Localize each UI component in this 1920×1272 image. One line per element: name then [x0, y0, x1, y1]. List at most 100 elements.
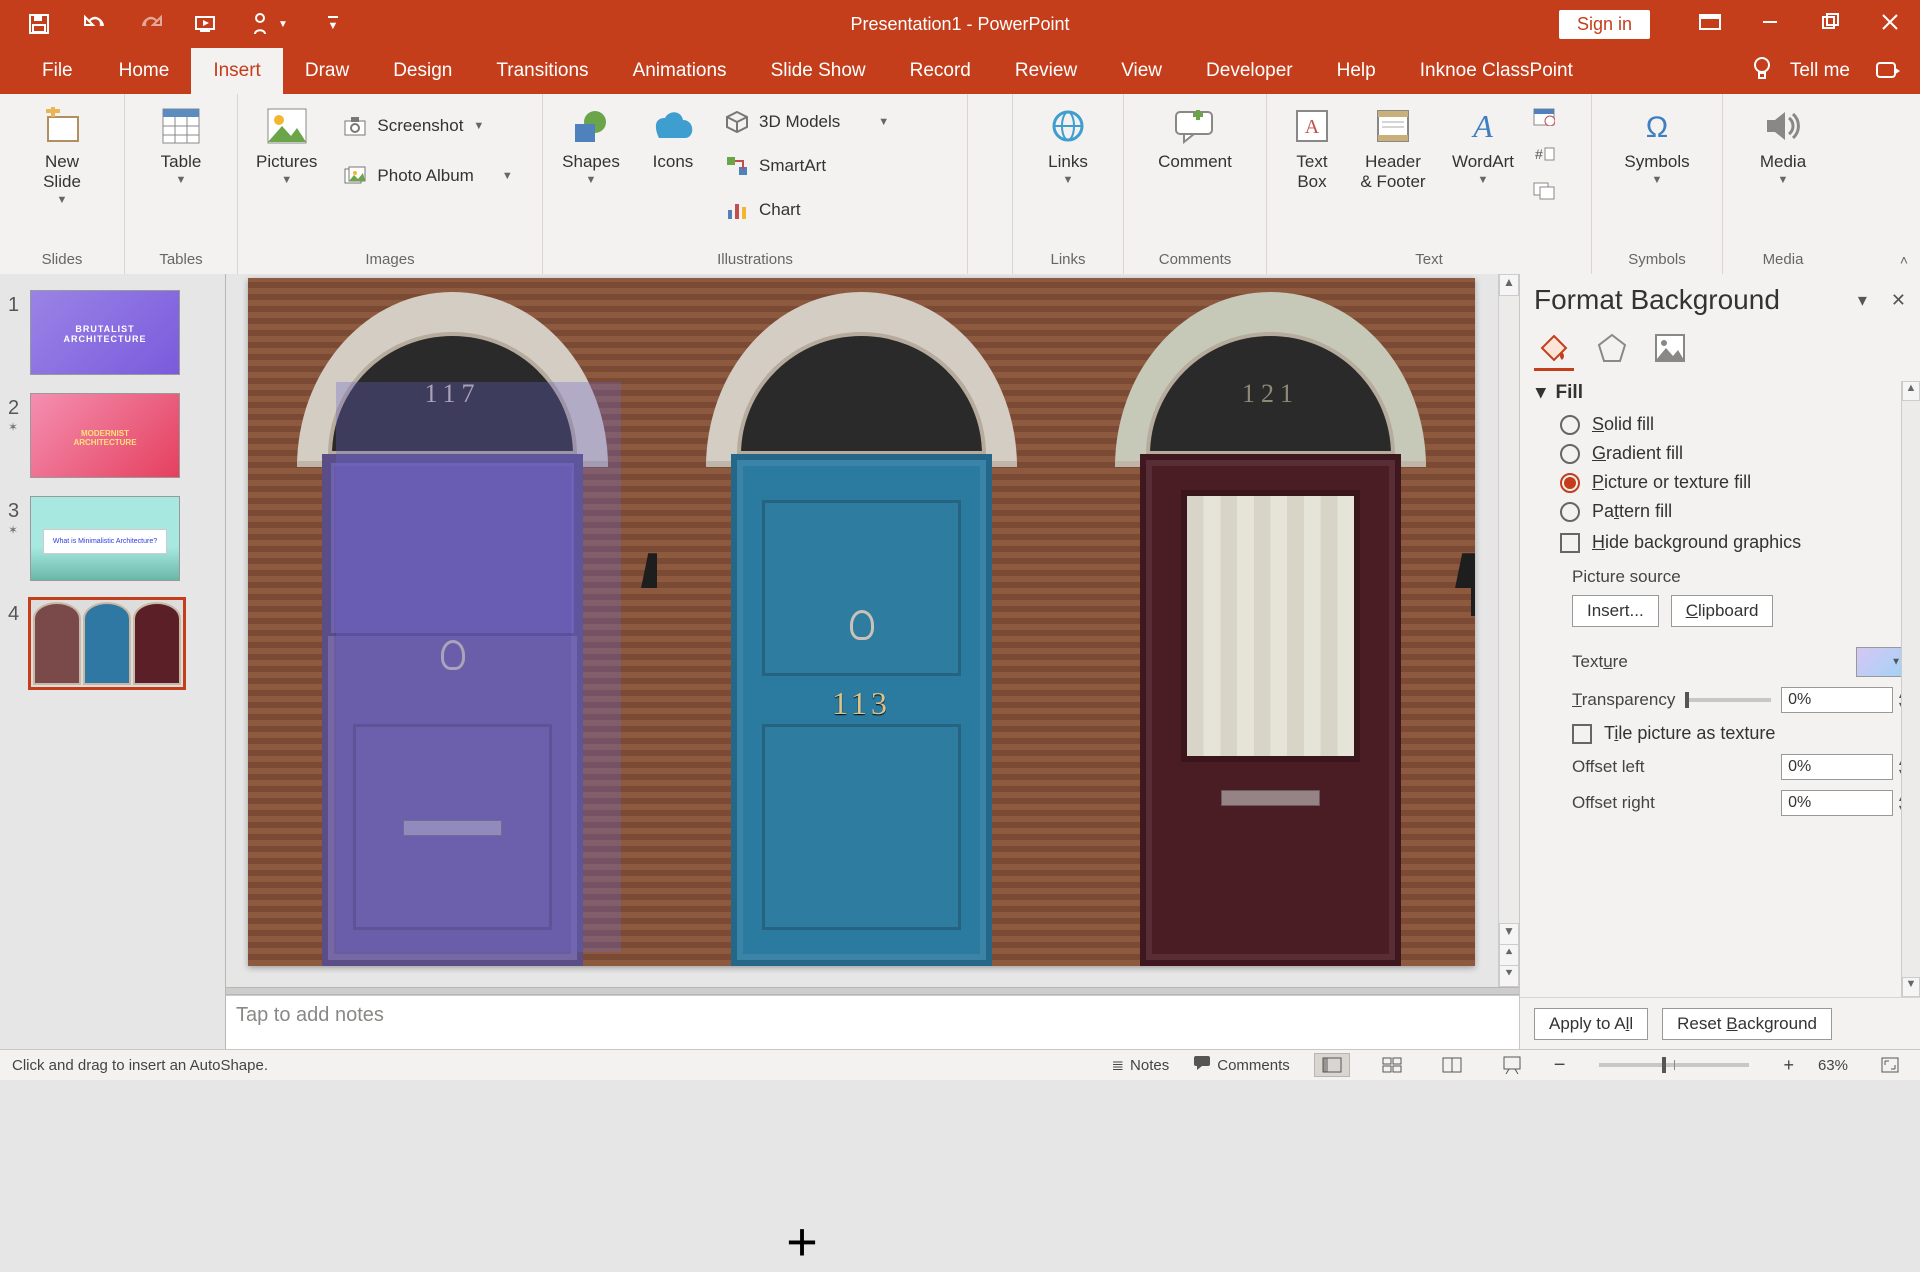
zoom-slider[interactable] — [1599, 1063, 1749, 1067]
apply-to-all-button[interactable]: Apply to All — [1534, 1008, 1648, 1040]
wordart-button[interactable]: A WordArt ▼ — [1441, 100, 1525, 205]
picture-fill-radio[interactable]: Picture or texture fill — [1560, 472, 1906, 493]
start-from-beginning-icon[interactable] — [194, 11, 220, 37]
thumb-4[interactable]: 4 — [0, 595, 225, 692]
symbols-button[interactable]: Ω Symbols ▼ — [1618, 100, 1695, 188]
shapes-button[interactable]: Shapes ▼ — [555, 100, 627, 226]
undo-icon[interactable] — [82, 11, 108, 37]
pane-scrollbar[interactable]: ▲ ▼ — [1901, 381, 1920, 997]
comment-button[interactable]: Comment — [1152, 100, 1238, 174]
table-button[interactable]: Table ▼ — [145, 100, 217, 188]
gradient-fill-radio[interactable]: Gradient fill — [1560, 443, 1906, 464]
screenshot-button[interactable]: Screenshot ▼ — [337, 110, 518, 142]
slide-number-icon[interactable]: # — [1533, 145, 1555, 168]
object-icon[interactable] — [1533, 182, 1555, 205]
tab-developer[interactable]: Developer — [1184, 48, 1315, 94]
date-time-icon[interactable] — [1533, 106, 1555, 131]
tab-help[interactable]: Help — [1315, 48, 1398, 94]
icons-button[interactable]: Icons — [637, 100, 709, 226]
ribbon-display-options-icon[interactable] — [1680, 14, 1740, 35]
smartart-button[interactable]: SmartArt — [719, 150, 895, 182]
slide-canvas[interactable]: 117 113 — [248, 278, 1475, 966]
fit-to-window-icon[interactable] — [1872, 1053, 1908, 1077]
scroll-down-icon[interactable]: ▼ — [1902, 977, 1920, 997]
close-button[interactable] — [1860, 13, 1920, 36]
photo-album-button[interactable]: Photo Album ▼ — [337, 160, 518, 192]
tab-slideshow[interactable]: Slide Show — [749, 48, 888, 94]
zoom-out-button[interactable]: − — [1554, 1054, 1566, 1077]
reset-background-button[interactable]: Reset Background — [1662, 1008, 1832, 1040]
tab-review[interactable]: Review — [993, 48, 1099, 94]
slide-thumbnail-panel[interactable]: 1 BRUTALIST ARCHITECTURE 2✶ MODERNIST AR… — [0, 274, 226, 1050]
scroll-up-icon[interactable]: ▲ — [1902, 381, 1920, 401]
hide-bg-graphics-checkbox[interactable]: Hide background graphics — [1560, 532, 1906, 553]
tile-picture-checkbox[interactable]: Tile picture as texture — [1572, 723, 1906, 744]
tab-record[interactable]: Record — [888, 48, 993, 94]
tab-insert[interactable]: Insert — [191, 48, 283, 94]
chevron-down-icon: ▼ — [281, 174, 292, 186]
media-button[interactable]: Media ▼ — [1747, 100, 1819, 188]
tab-draw[interactable]: Draw — [283, 48, 371, 94]
texture-picker[interactable] — [1856, 647, 1906, 677]
tell-me-search[interactable]: Tell me — [1752, 48, 1850, 94]
slide-sorter-view-icon[interactable] — [1374, 1053, 1410, 1077]
thumb-3[interactable]: 3✶ What is Minimalistic Architecture? — [0, 492, 225, 585]
notes-splitter[interactable] — [226, 987, 1519, 995]
scroll-up-icon[interactable]: ▲ — [1499, 274, 1519, 296]
maximize-button[interactable] — [1800, 13, 1860, 36]
new-slide-button[interactable]: New Slide ▼ — [26, 100, 98, 208]
slideshow-view-icon[interactable] — [1494, 1053, 1530, 1077]
scroll-down-icon[interactable]: ▼ — [1499, 923, 1519, 945]
transparency-input[interactable]: 0% — [1781, 687, 1893, 713]
links-button[interactable]: Links ▼ — [1032, 100, 1104, 188]
normal-view-icon[interactable] — [1314, 1053, 1350, 1077]
solid-fill-radio[interactable]: Solid fill — [1560, 414, 1906, 435]
qat-customize-icon[interactable]: ▼ — [320, 11, 346, 37]
zoom-in-button[interactable]: + — [1783, 1055, 1794, 1076]
tab-home[interactable]: Home — [97, 48, 192, 94]
tab-design[interactable]: Design — [371, 48, 474, 94]
pane-options-icon[interactable]: ▾ — [1858, 290, 1867, 311]
notes-toggle[interactable]: ≣ Notes — [1111, 1056, 1169, 1074]
group-tables: Table ▼ Tables — [125, 94, 238, 274]
chart-button[interactable]: Chart — [719, 194, 895, 226]
zoom-percent[interactable]: 63% — [1818, 1057, 1848, 1074]
minimize-button[interactable] — [1740, 13, 1800, 36]
thumb-1[interactable]: 1 BRUTALIST ARCHITECTURE — [0, 286, 225, 379]
share-icon[interactable] — [1876, 48, 1900, 94]
transparency-slider[interactable] — [1685, 698, 1771, 702]
tab-classpoint[interactable]: Inknoe ClassPoint — [1398, 48, 1595, 94]
header-footer-button[interactable]: Header & Footer — [1353, 100, 1433, 205]
next-slide-icon[interactable]: ⯆ — [1499, 966, 1519, 987]
pattern-fill-radio[interactable]: Patttern filltern fill — [1560, 501, 1906, 522]
3d-models-button[interactable]: 3D Models ▼ — [719, 106, 895, 138]
symbols-label: Symbols — [1624, 152, 1689, 172]
offset-left-input[interactable]: 0% — [1781, 754, 1893, 780]
redo-icon[interactable] — [138, 11, 164, 37]
sign-in-button[interactable]: Sign in — [1559, 10, 1650, 39]
effects-tab-icon[interactable] — [1592, 328, 1632, 371]
collapse-ribbon-icon[interactable]: ˄ — [1900, 252, 1908, 268]
canvas-area[interactable]: 117 113 — [226, 274, 1519, 987]
tab-transitions[interactable]: Transitions — [474, 48, 610, 94]
tab-animations[interactable]: Animations — [611, 48, 749, 94]
editor-vertical-scrollbar[interactable]: ▲ ▼ ⯅ ⯆ — [1498, 274, 1519, 987]
fill-section-toggle[interactable]: ▾ Fill — [1536, 381, 1906, 404]
text-box-button[interactable]: A Text Box — [1279, 100, 1345, 205]
fill-tab-icon[interactable] — [1534, 328, 1574, 371]
save-icon[interactable] — [26, 11, 52, 37]
pane-close-icon[interactable]: ✕ — [1891, 290, 1906, 311]
thumb-2[interactable]: 2✶ MODERNIST ARCHITECTURE — [0, 389, 225, 482]
reading-view-icon[interactable] — [1434, 1053, 1470, 1077]
prev-slide-icon[interactable]: ⯅ — [1499, 945, 1519, 966]
clipboard-button[interactable]: Clipboard — [1671, 595, 1774, 627]
pictures-button[interactable]: Pictures ▼ — [250, 100, 323, 192]
comments-toggle[interactable]: Comments — [1193, 1055, 1290, 1075]
touch-mode-icon[interactable]: ▼ — [250, 11, 290, 37]
tab-file[interactable]: File — [18, 48, 97, 94]
insert-picture-button[interactable]: Insert... — [1572, 595, 1659, 627]
picture-tab-icon[interactable] — [1650, 328, 1690, 371]
offset-right-input[interactable]: 0% — [1781, 790, 1893, 816]
tab-view[interactable]: View — [1099, 48, 1184, 94]
notes-pane[interactable]: Tap to add notes — [226, 995, 1519, 1050]
